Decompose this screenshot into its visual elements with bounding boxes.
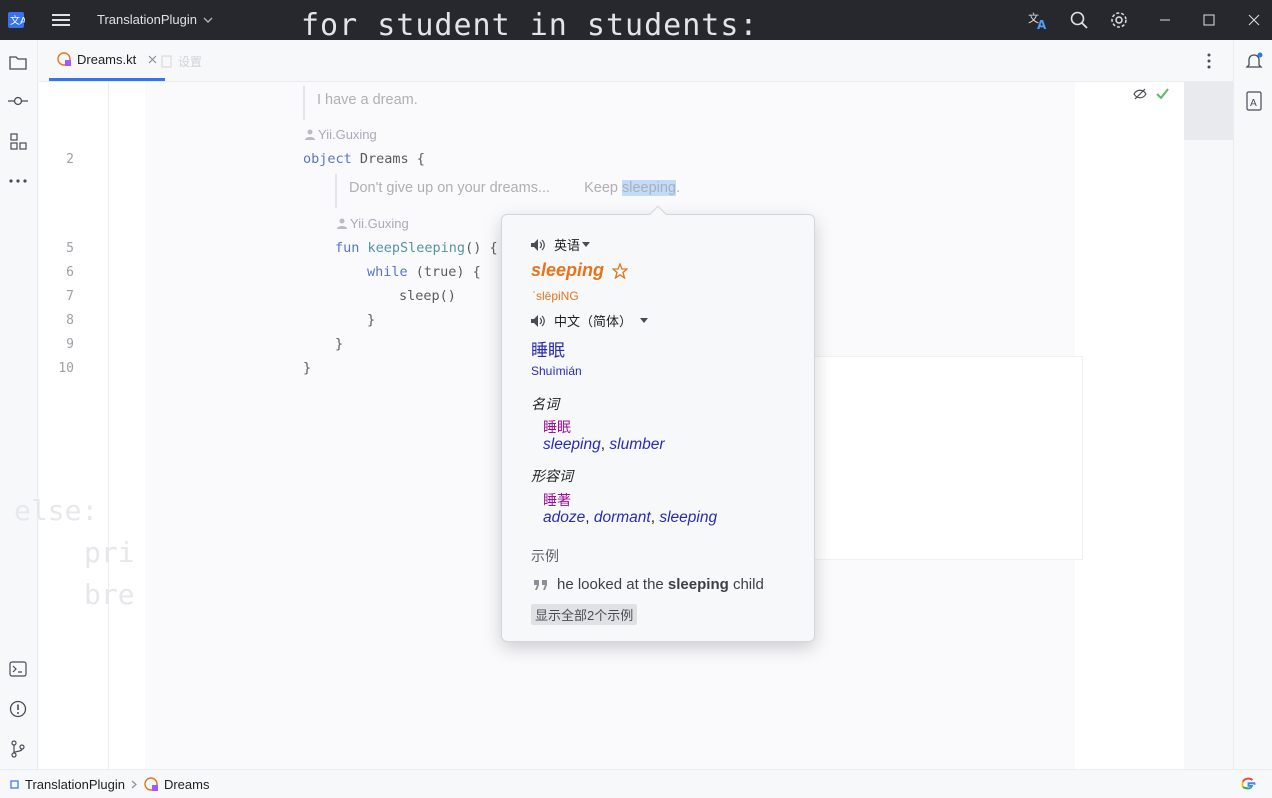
- search-icon[interactable]: [1067, 8, 1091, 32]
- example-text: he looked at the: [557, 576, 668, 593]
- example-highlight: sleeping: [667, 576, 729, 593]
- svg-text:文A: 文A: [10, 14, 25, 27]
- minimize-icon[interactable]: [1153, 8, 1177, 32]
- tab-close-icon[interactable]: [148, 55, 157, 64]
- dropdown-arrow-icon: [582, 242, 591, 247]
- line-number: 9: [66, 337, 74, 352]
- file-icon: [161, 55, 172, 68]
- synonym-link[interactable]: sleeping: [659, 509, 717, 526]
- line-number: 2: [66, 152, 74, 167]
- example-sentence: he looked at the sleeping child: [533, 576, 764, 593]
- source-language-label: 英语: [554, 238, 581, 253]
- synonym-link[interactable]: dormant: [594, 509, 651, 526]
- terminal-icon[interactable]: [7, 658, 29, 680]
- breadcrumb-project[interactable]: TranslationPlugin: [25, 777, 125, 792]
- chevron-down-icon: [203, 17, 213, 23]
- kotlin-object-icon: [57, 52, 71, 66]
- speaker-icon[interactable]: [530, 238, 546, 252]
- check-icon: [1156, 88, 1169, 99]
- phonetic: ˈslēpiNG: [532, 289, 579, 303]
- tab-options-icon[interactable]: [1207, 53, 1211, 69]
- close-icon[interactable]: [1242, 8, 1266, 32]
- source-word: sleeping: [531, 260, 605, 280]
- line-number-gutter: 2 5 6 7 8 9 10: [39, 82, 109, 769]
- breadcrumb-chevron-icon: [131, 780, 138, 789]
- word-book-icon[interactable]: A: [1243, 90, 1265, 112]
- source-language[interactable]: 英语: [530, 235, 591, 254]
- tab-label: 设置: [178, 55, 203, 69]
- breadcrumb-file[interactable]: Dreams: [164, 777, 210, 792]
- synonyms: adoze, dormant, sleeping: [543, 509, 718, 526]
- ghost-code-left: else: pri bre: [14, 490, 135, 616]
- translation-popup: 英语 sleeping ˈslēpiNG 中文（简体） 睡眠 Shuìmián …: [501, 205, 815, 642]
- right-tool-strip: A: [1233, 40, 1272, 769]
- module-icon: [10, 779, 19, 789]
- commit-icon[interactable]: [7, 90, 29, 112]
- dict-entry: 睡眠: [543, 419, 571, 435]
- app-logo-icon[interactable]: 文A: [4, 8, 28, 32]
- notifications-icon[interactable]: [1243, 50, 1265, 72]
- synonym-link[interactable]: slumber: [609, 436, 664, 453]
- svg-text:A: A: [1037, 18, 1047, 30]
- minimap[interactable]: [1184, 82, 1233, 140]
- line-number: 7: [66, 289, 74, 304]
- synonym-link[interactable]: sleeping: [543, 436, 601, 453]
- translation-text: 睡眠: [531, 341, 565, 360]
- dropdown-arrow-icon: [640, 318, 649, 323]
- status-bar: TranslationPlugin Dreams: [0, 769, 1272, 798]
- ghost-code-line: pri: [84, 536, 135, 569]
- settings-icon[interactable]: [1107, 8, 1131, 32]
- synonyms: sleeping, slumber: [543, 436, 665, 453]
- editor-tab-bar: Dreams.kt 设置: [39, 40, 1233, 82]
- maximize-icon[interactable]: [1197, 8, 1221, 32]
- show-all-examples-button[interactable]: 显示全部2个示例: [531, 604, 638, 625]
- part-of-speech: 形容词: [531, 468, 573, 484]
- tab-settings[interactable]: 设置: [161, 53, 202, 70]
- tab-dreams-kt[interactable]: Dreams.kt: [49, 40, 166, 81]
- git-branch-icon[interactable]: [7, 738, 29, 760]
- ghost-code-line: else:: [14, 494, 99, 527]
- line-number: 6: [66, 265, 74, 280]
- speaker-icon[interactable]: [530, 314, 546, 328]
- ghost-code-line: bre: [84, 578, 135, 611]
- line-number: 5: [66, 241, 74, 256]
- examples-label: 示例: [531, 548, 559, 564]
- folder-icon[interactable]: [7, 51, 29, 73]
- hamburger-menu-icon[interactable]: [49, 8, 73, 32]
- reader-mode-icon[interactable]: [1133, 88, 1147, 100]
- source-word-row: sleeping: [531, 260, 629, 281]
- pinyin: Shuìmián: [531, 364, 582, 378]
- quote-icon: [533, 579, 549, 591]
- translate-icon[interactable]: 文A: [1027, 8, 1051, 32]
- ghost-code-top: for student in students:: [301, 8, 759, 43]
- more-tools-icon[interactable]: [7, 170, 29, 192]
- structure-icon[interactable]: [7, 130, 29, 152]
- dict-entry: 睡著: [543, 492, 571, 508]
- left-tool-strip: [0, 40, 38, 769]
- google-translate-icon[interactable]: [1241, 777, 1256, 792]
- tab-label: Dreams.kt: [77, 51, 137, 67]
- target-language[interactable]: 中文（简体）: [530, 311, 649, 330]
- kotlin-object-icon: [144, 777, 158, 791]
- star-icon[interactable]: [612, 262, 629, 279]
- synonym-link[interactable]: adoze: [543, 509, 585, 526]
- line-number: 10: [58, 361, 74, 376]
- example-text: child: [728, 576, 764, 593]
- project-selector[interactable]: TranslationPlugin: [97, 12, 213, 27]
- target-language-label: 中文（简体）: [554, 314, 633, 329]
- project-name: TranslationPlugin: [97, 12, 197, 27]
- svg-text:A: A: [1250, 98, 1257, 109]
- line-number: 8: [66, 313, 74, 328]
- problems-icon[interactable]: [7, 698, 29, 720]
- part-of-speech: 名词: [531, 396, 559, 412]
